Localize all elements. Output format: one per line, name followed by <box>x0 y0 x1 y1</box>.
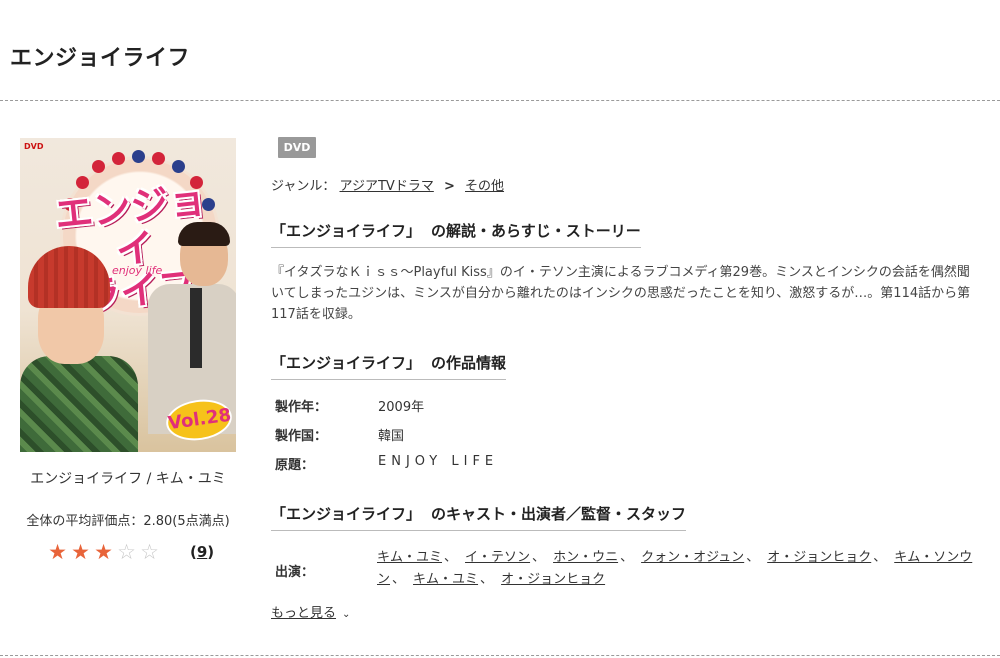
cover-woman <box>20 356 138 452</box>
cover-berry <box>152 152 165 165</box>
cover-dvd-mark: DVD <box>24 142 44 151</box>
cast-heading: 「エンジョイライフ」 のキャスト・出演者／監督・スタッフ <box>271 503 687 531</box>
cover-man-tie <box>190 288 202 368</box>
info-heading: 「エンジョイライフ」 の作品情報 <box>271 352 507 380</box>
bottom-divider <box>0 655 1000 656</box>
genre-separator: > <box>443 179 455 194</box>
info-label: 原題： <box>275 458 315 473</box>
show-more-link[interactable]: もっと見る ⌄ <box>271 602 350 621</box>
genre-breadcrumb: ジャンル： アジアTVドラマ > その他 <box>271 175 504 194</box>
star-full-icon: ★ <box>71 540 90 564</box>
rating-stars: ★ ★ ★ ☆ ☆ <box>46 540 161 564</box>
cover-berry <box>132 150 145 163</box>
cast-separator: 、 <box>444 550 458 565</box>
cast-separator: 、 <box>746 550 760 565</box>
media-badge: DVD <box>278 137 316 158</box>
cover-berry <box>112 152 125 165</box>
cast-separator: 、 <box>392 572 406 587</box>
synopsis-heading: 「エンジョイライフ」 の解説・あらすじ・ストーリー <box>271 220 641 248</box>
review-count-link[interactable]: 9 <box>197 543 207 561</box>
genre-label: ジャンル： <box>271 179 336 194</box>
cast-member-link[interactable]: キム・ユミ <box>413 572 478 587</box>
dvd-cover-image[interactable]: エンジョイ ライフ enjoy life Vol.28 DVD <box>20 138 236 452</box>
top-divider <box>0 100 1000 101</box>
genre-link-other[interactable]: その他 <box>465 179 504 194</box>
synopsis-text: 『イタズラなＫｉｓｓ～Playful Kiss』のイ・テソン主演によるラブコメデ… <box>271 265 971 322</box>
chevron-down-icon: ⌄ <box>342 609 351 620</box>
star-full-icon: ★ <box>48 540 67 564</box>
cast-member-link[interactable]: クォン・オジュン <box>641 550 744 565</box>
cover-caption: エンジョイライフ / キム・ユミ <box>30 471 226 487</box>
info-value: 2009年 <box>378 400 425 415</box>
cast-member-link[interactable]: ホン・ウニ <box>553 550 618 565</box>
average-rating-text: 全体の平均評価点：2.80(5点満点) <box>26 514 230 529</box>
info-value: ENJOY LIFE <box>378 454 499 469</box>
genre-link-asia-tv-drama[interactable]: アジアTVドラマ <box>340 179 434 194</box>
page-title: エンジョイライフ <box>10 46 191 71</box>
cover-logo-sub: enjoy life <box>112 264 163 277</box>
star-full-icon: ★ <box>94 540 113 564</box>
cover-man-hair <box>178 222 230 246</box>
cover-berry <box>172 160 185 173</box>
review-count[interactable]: (9) <box>190 543 214 561</box>
cast-member-link[interactable]: イ・テソン <box>465 550 530 565</box>
cover-berry <box>92 160 105 173</box>
cast-separator: 、 <box>480 572 494 587</box>
cast-separator: 、 <box>532 550 546 565</box>
cast-member-link[interactable]: オ・ジョンヒョク <box>501 572 605 587</box>
cast-separator: 、 <box>873 550 887 565</box>
cover-berry <box>76 176 89 189</box>
cast-member-link[interactable]: オ・ジョンヒョク <box>767 550 871 565</box>
info-label: 製作年： <box>275 400 328 415</box>
cast-list: キム・ユミ、イ・テソン、ホン・ウニ、クォン・オジュン、オ・ジョンヒョク、キム・ソ… <box>377 547 977 591</box>
star-empty-icon: ☆ <box>117 540 136 564</box>
cast-member-link[interactable]: キム・ユミ <box>377 550 442 565</box>
info-value: 韓国 <box>378 429 405 444</box>
star-empty-icon: ☆ <box>140 540 159 564</box>
cast-label: 出演： <box>275 565 315 580</box>
info-label: 製作国： <box>275 429 328 444</box>
cast-separator: 、 <box>620 550 634 565</box>
